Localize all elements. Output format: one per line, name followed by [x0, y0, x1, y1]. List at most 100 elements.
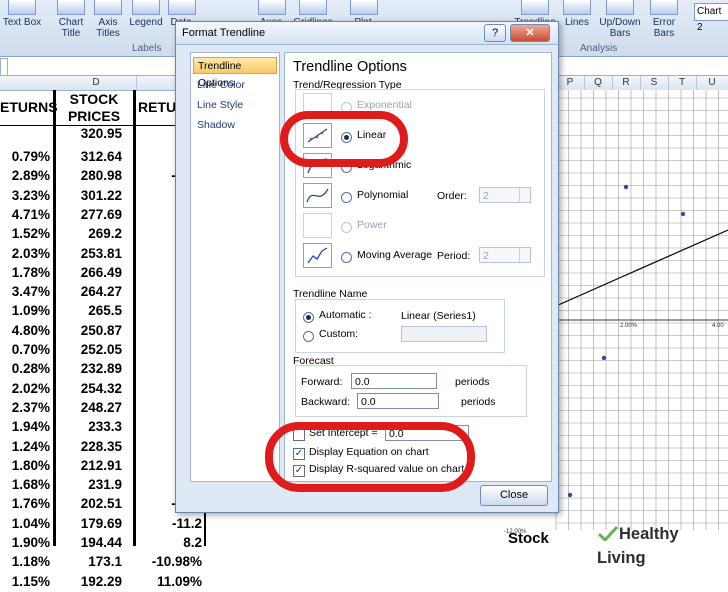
price-cell[interactable]: 266.49	[58, 263, 122, 283]
return-cell[interactable]: 0.28%	[0, 359, 50, 379]
return-cell[interactable]: 1.15%	[0, 572, 50, 592]
x-tick-label: 4.00	[712, 323, 724, 329]
return-cell[interactable]: 2.03%	[0, 244, 50, 264]
return-cell-2[interactable]: -10.98%	[138, 552, 202, 572]
price-cell[interactable]: 194.44	[58, 533, 122, 553]
axis-titles-button[interactable]: Axis Titles	[90, 0, 126, 44]
name-box[interactable]	[0, 58, 8, 76]
header-prices: PRICES	[67, 108, 121, 124]
price-cell[interactable]: 173.1	[58, 552, 122, 572]
automatic-radio[interactable]	[303, 312, 314, 323]
return-cell[interactable]: 1.18%	[0, 552, 50, 572]
price-cell[interactable]: 232.89	[58, 359, 122, 379]
price-cell[interactable]: 269.2	[58, 224, 122, 244]
return-cell[interactable]: 1.90%	[0, 533, 50, 553]
return-cell[interactable]: 1.04%	[0, 514, 50, 534]
moving-average-radio[interactable]	[341, 252, 352, 263]
price-cell[interactable]: 265.5	[58, 301, 122, 321]
custom-name-input[interactable]	[401, 326, 487, 342]
column-header-t[interactable]: T	[668, 76, 697, 90]
return-cell[interactable]: 3.47%	[0, 282, 50, 302]
return-cell[interactable]: 1.80%	[0, 456, 50, 476]
period-spinner[interactable]: 2	[479, 247, 531, 263]
data-point[interactable]	[601, 355, 607, 361]
return-cell[interactable]: 0.79%	[0, 147, 50, 167]
return-cell[interactable]: 4.80%	[0, 321, 50, 341]
backward-label: Backward:	[301, 396, 351, 408]
column-header-s[interactable]: S	[640, 76, 669, 90]
price-cell[interactable]: 277.69	[58, 205, 122, 225]
polynomial-radio[interactable]	[341, 192, 352, 203]
updown-bars-button[interactable]: Up/Down Bars	[596, 0, 644, 44]
return-cell[interactable]: 2.02%	[0, 379, 50, 399]
price-cell[interactable]: 228.35	[58, 437, 122, 457]
trendline-icon	[521, 0, 549, 15]
trendline[interactable]	[555, 229, 728, 307]
price-cell[interactable]: 264.27	[58, 282, 122, 302]
return-cell[interactable]: 2.37%	[0, 398, 50, 418]
column-header-q[interactable]: Q	[584, 76, 613, 90]
price-cell[interactable]: 301.22	[58, 186, 122, 206]
price-cell[interactable]: 250.87	[58, 321, 122, 341]
text-box-button[interactable]: Text Box	[2, 0, 42, 44]
return-cell-2[interactable]: 11.09%	[138, 572, 202, 592]
return-cell[interactable]: 1.09%	[0, 301, 50, 321]
return-cell[interactable]: 2.89%	[0, 166, 50, 186]
price-cell[interactable]: 212.91	[58, 456, 122, 476]
price-cell[interactable]: 202.51	[58, 494, 122, 514]
price-cell[interactable]: 179.69	[58, 514, 122, 534]
price-cell[interactable]: 192.29	[58, 572, 122, 592]
return-cell-2[interactable]: 8.2	[138, 533, 202, 553]
close-icon[interactable]: ✕	[510, 24, 550, 42]
power-radio[interactable]	[341, 222, 352, 233]
column-header-r[interactable]: R	[612, 76, 641, 90]
price-cell[interactable]: 254.32	[58, 379, 122, 399]
nav-shadow[interactable]: Shadow	[193, 117, 277, 134]
price-cell[interactable]: 248.27	[58, 398, 122, 418]
legend-button[interactable]: Legend	[128, 0, 164, 44]
chart-name-box[interactable]: Chart 2	[694, 3, 728, 33]
return-cell[interactable]: 0.70%	[0, 340, 50, 360]
return-cell[interactable]: 1.52%	[0, 224, 50, 244]
polynomial-icon[interactable]	[303, 183, 332, 208]
plot-area-icon	[350, 0, 378, 15]
order-spinner[interactable]: 2	[479, 187, 531, 203]
order-label: Order:	[437, 190, 467, 202]
power-icon[interactable]	[303, 213, 332, 238]
data-point[interactable]	[680, 211, 686, 217]
price-cell[interactable]: 233.3	[58, 417, 122, 437]
return-cell[interactable]: 1.78%	[0, 263, 50, 283]
column-border	[133, 90, 136, 546]
price-cell[interactable]: 253.81	[58, 244, 122, 264]
forward-input[interactable]: 0.0	[351, 373, 437, 389]
data-point[interactable]	[623, 184, 629, 190]
column-header-d[interactable]: D	[56, 76, 137, 90]
price-cell[interactable]: 252.05	[58, 340, 122, 360]
backward-input[interactable]: 0.0	[357, 393, 439, 409]
nav-trendline-options[interactable]: Trendline Options	[193, 57, 277, 89]
lines-button[interactable]: Lines	[562, 0, 592, 44]
column-header-p[interactable]: P	[556, 76, 585, 90]
return-cell[interactable]: 4.71%	[0, 205, 50, 225]
return-cell[interactable]: 1.94%	[0, 417, 50, 437]
return-cell-2[interactable]: -11.2	[138, 514, 202, 534]
custom-radio[interactable]	[303, 331, 314, 342]
chart-title-button[interactable]: Chart Title	[54, 0, 88, 44]
return-cell[interactable]: 1.24%	[0, 437, 50, 457]
column-header-u[interactable]: U	[696, 76, 728, 90]
return-cell[interactable]: 3.23%	[0, 186, 50, 206]
return-cell[interactable]: 1.76%	[0, 494, 50, 514]
price-cell[interactable]: 231.9	[58, 475, 122, 495]
price-cell[interactable]: 280.98	[58, 166, 122, 186]
help-button[interactable]: ?	[484, 24, 506, 42]
data-point[interactable]	[567, 492, 573, 498]
nav-line-style[interactable]: Line Style	[193, 97, 277, 114]
moving-average-icon[interactable]	[303, 243, 332, 268]
price-cell[interactable]: 312.64	[58, 147, 122, 167]
nav-line-color[interactable]: Line Color	[193, 77, 277, 94]
close-button[interactable]: Close	[480, 485, 548, 506]
return-cell[interactable]: 1.68%	[0, 475, 50, 495]
error-bars-button[interactable]: Error Bars	[648, 0, 680, 44]
healthy-living-logo-icon	[597, 524, 619, 543]
first-price[interactable]: 320.95	[58, 124, 122, 144]
